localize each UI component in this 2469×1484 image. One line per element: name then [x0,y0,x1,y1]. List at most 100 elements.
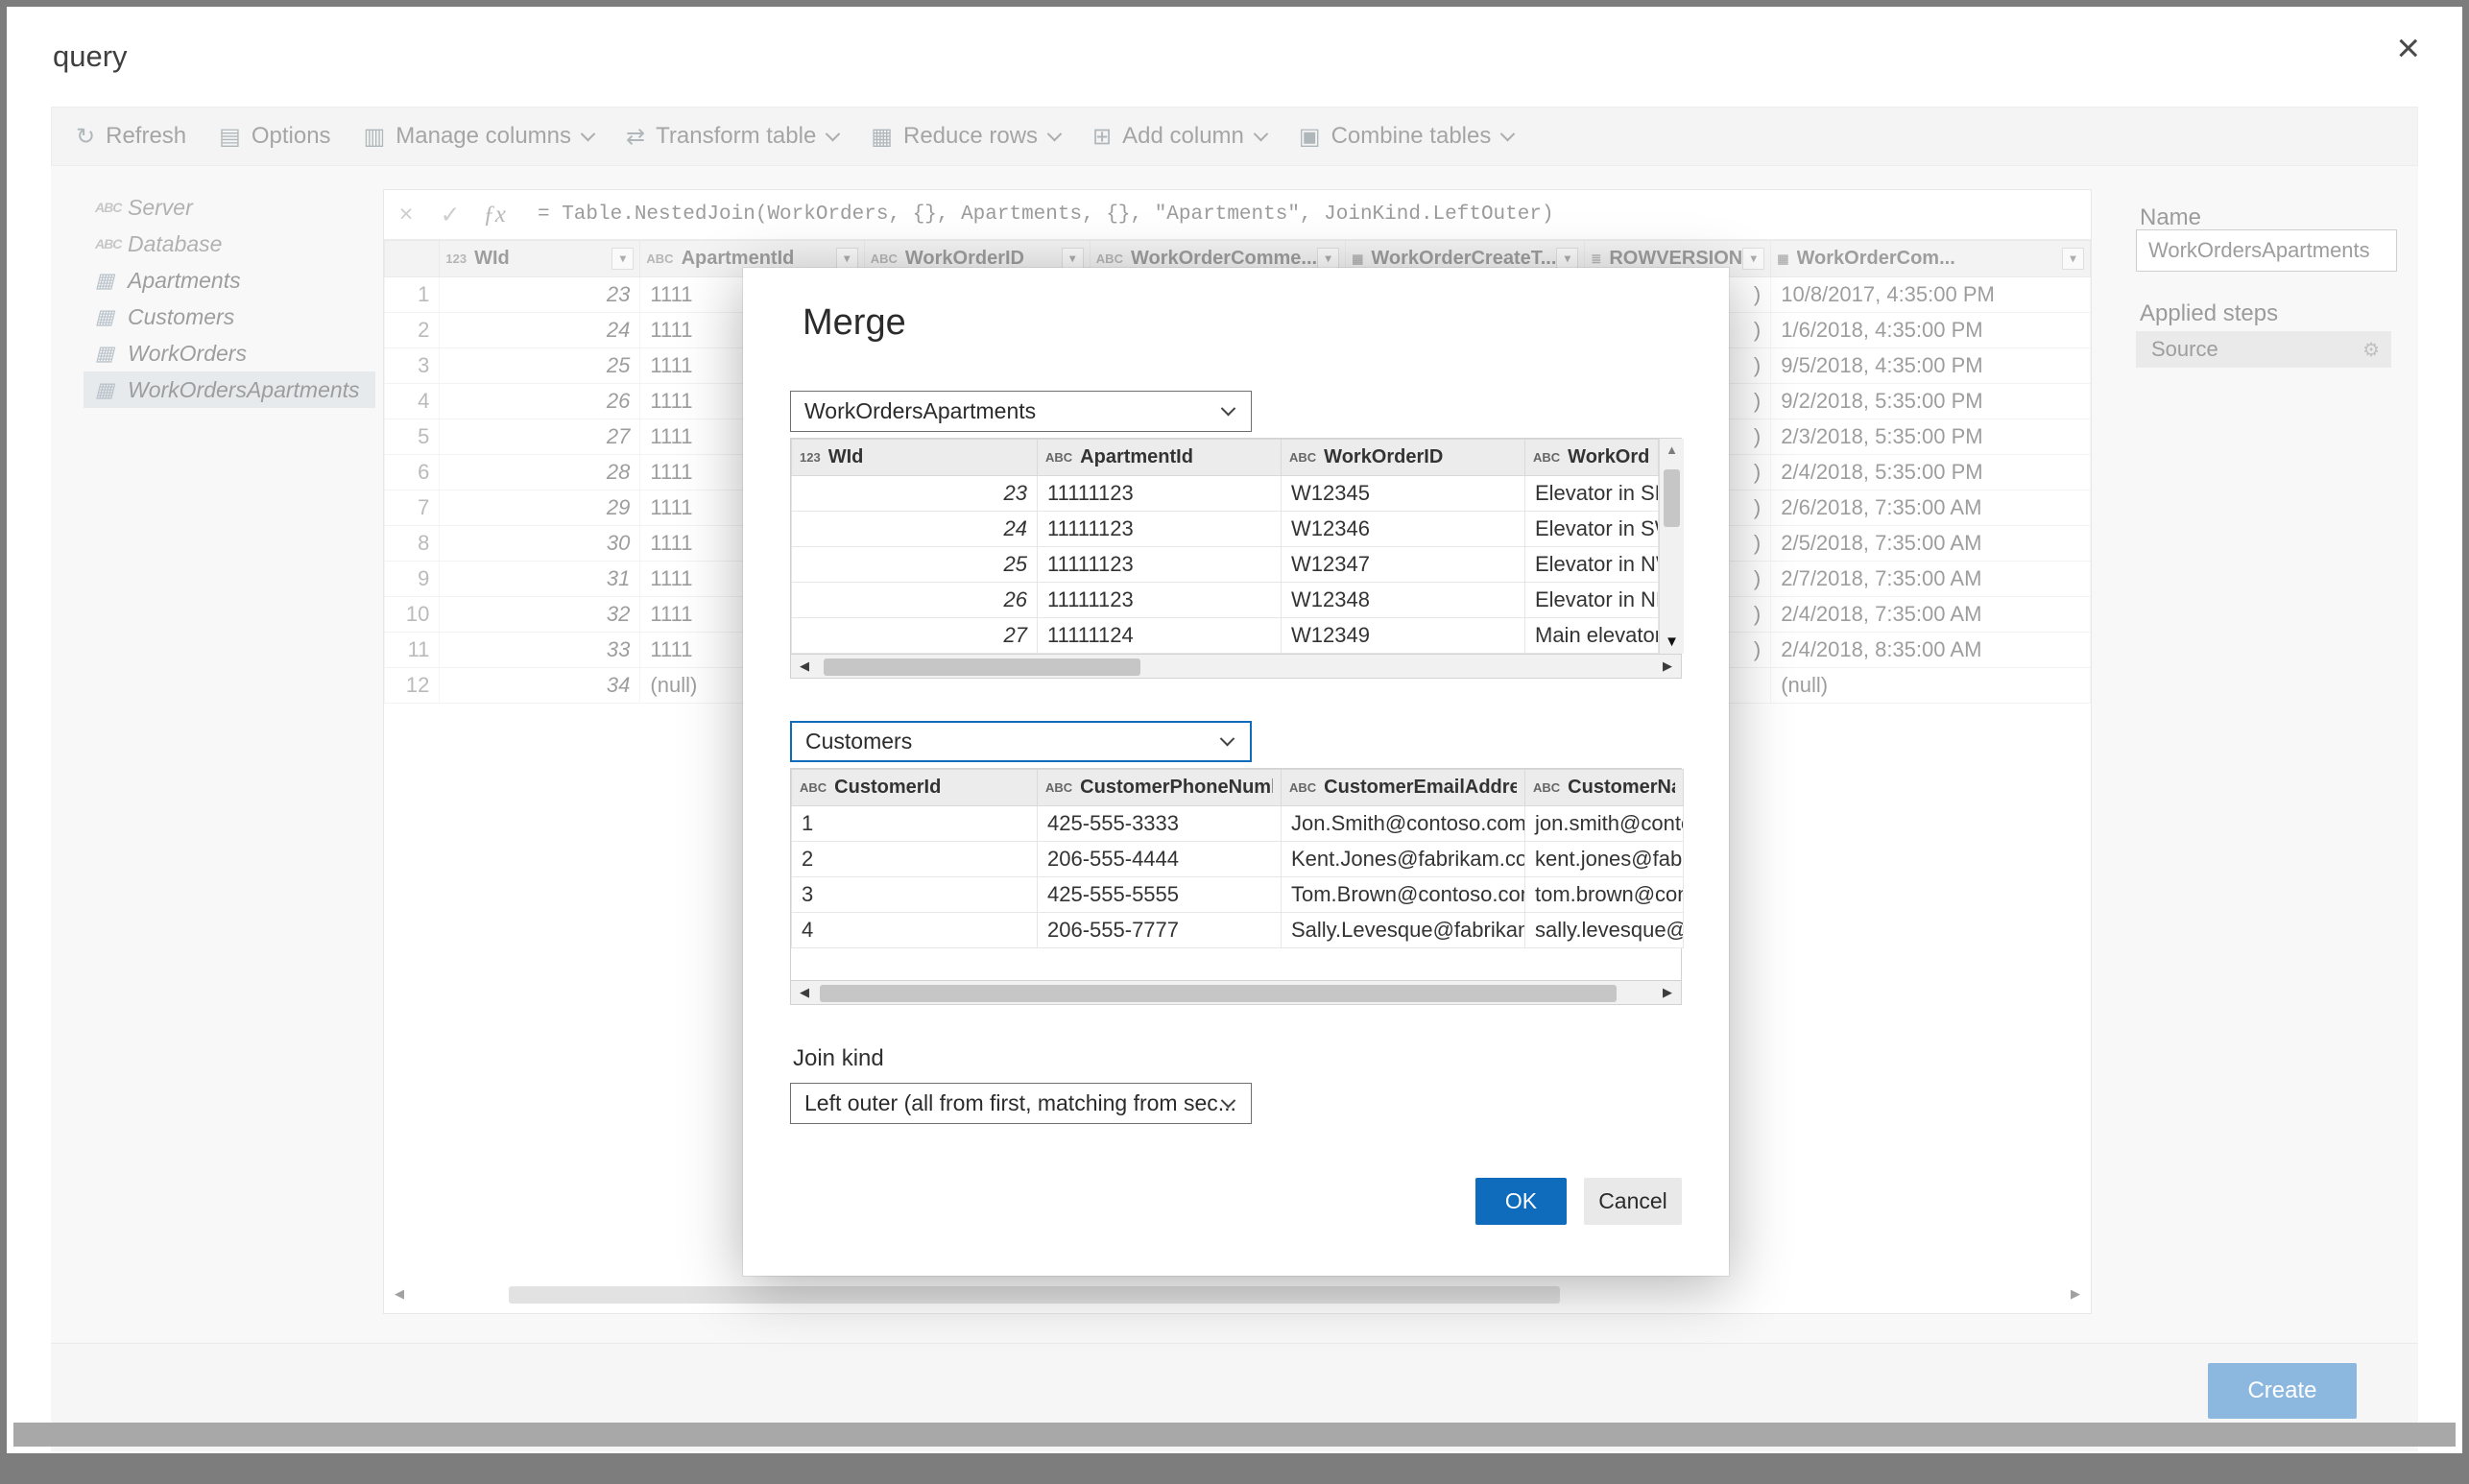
customerphonenumber-cell[interactable]: 206-555-7777 [1038,913,1282,948]
close-icon[interactable]: × [2396,28,2420,68]
scroll-right-icon[interactable] [1654,985,1681,1000]
cancel-button[interactable]: Cancel [1584,1178,1682,1225]
app-window: query × ↻ Refresh ▤ Options ▥ Manage col… [7,7,2462,1453]
first-table-preview: 123 WId ABC ApartmentId [790,438,1682,679]
apartmentid-cell[interactable]: 11111124 [1038,618,1282,654]
dialog-title: Merge [803,302,906,344]
title-bar: query × [7,7,2462,107]
customerid-cell[interactable]: 4 [792,913,1038,948]
workordercomments-cell[interactable]: Elevator in SE [1525,476,1659,512]
workordercomments-cell[interactable]: Elevator in NW [1525,547,1659,583]
column-type-icon: ABC [1289,450,1316,465]
empty-area [791,948,1681,980]
customeremailaddress-cell[interactable]: Kent.Jones@fabrikam.com [1282,842,1525,877]
scrollbar-thumb[interactable] [1664,469,1680,527]
column-header[interactable]: 123 WId [792,440,1038,476]
scrollbar-thumb[interactable] [824,658,1140,676]
scrollbar-track[interactable] [818,981,1654,1004]
column-header[interactable]: ABC WorkOrderID [1282,440,1525,476]
table-row[interactable]: 23 11111123 W12345 Elevator in SE [792,476,1659,512]
wid-cell[interactable]: 26 [792,583,1038,618]
preview-header-row: 123 WId ABC ApartmentId [792,440,1659,476]
scroll-left-icon[interactable] [791,985,818,1000]
preview-body: 23 11111123 W12345 Elevator in SE 24 111… [792,476,1659,654]
chevron-down-icon [1220,731,1235,747]
apartmentid-cell[interactable]: 11111123 [1038,583,1282,618]
wid-cell[interactable]: 23 [792,476,1038,512]
scroll-up-icon[interactable] [1666,443,1678,457]
apartmentid-cell[interactable]: 11111123 [1038,547,1282,583]
merge-dialog: Merge WorkOrdersApartments [743,268,1729,1276]
column-type-icon: ABC [1533,780,1560,795]
scrollbar-track[interactable] [818,655,1654,678]
table-row[interactable]: 1 425-555-3333 Jon.Smith@contoso.com jon… [792,806,1684,842]
workorderid-cell[interactable]: W12349 [1282,618,1525,654]
preview-header-row: ABC CustomerId ABC CustomerPhoneNumber [792,770,1684,806]
customeremailaddress-cell[interactable]: Sally.Levesque@fabrikam.com [1282,913,1525,948]
scroll-right-icon[interactable] [1654,658,1681,674]
horizontal-scrollbar[interactable] [790,654,1682,679]
column-header-label: WorkOrderID [1324,446,1443,468]
customername-cell[interactable]: sally.levesque@fabrikam.com [1525,913,1684,948]
first-table-dropdown-value: WorkOrdersApartments [804,398,1036,424]
horizontal-scrollbar[interactable] [790,980,1682,1005]
vertical-scrollbar[interactable] [1659,439,1684,654]
workorderid-cell[interactable]: W12346 [1282,512,1525,547]
preview-body: 1 425-555-3333 Jon.Smith@contoso.com jon… [792,806,1684,948]
table-row[interactable]: 27 11111124 W12349 Main elevator [792,618,1659,654]
customerphonenumber-cell[interactable]: 425-555-5555 [1038,877,1282,913]
workorderid-cell[interactable]: W12348 [1282,583,1525,618]
customeremailaddress-cell[interactable]: Tom.Brown@contoso.com [1282,877,1525,913]
scrollbar-thumb[interactable] [820,985,1617,1002]
chevron-down-icon [1221,401,1236,417]
customerid-cell[interactable]: 2 [792,842,1038,877]
column-header-label: WorkOrderCo... [1568,446,1650,468]
wid-cell[interactable]: 25 [792,547,1038,583]
column-header[interactable]: ABC CustomerId [792,770,1038,806]
workorderid-cell[interactable]: W12345 [1282,476,1525,512]
column-type-icon: ABC [800,780,827,795]
customername-cell[interactable]: kent.jones@fabrikam.com [1525,842,1684,877]
column-header[interactable]: ABC CustomerEmailAddress [1282,770,1525,806]
column-header-label: WId [828,446,864,468]
first-table-dropdown[interactable]: WorkOrdersApartments [790,391,1252,432]
column-type-icon: ABC [1533,450,1560,465]
workordercomments-cell[interactable]: Elevator in SW [1525,512,1659,547]
first-preview-table: 123 WId ABC ApartmentId [791,439,1659,654]
second-table-dropdown[interactable]: Customers [790,721,1252,762]
column-header[interactable]: ABC CustomerNam... [1525,770,1684,806]
column-header[interactable]: ABC WorkOrderCo... [1525,440,1659,476]
table-row[interactable]: 4 206-555-7777 Sally.Levesque@fabrikam.c… [792,913,1684,948]
table-row[interactable]: 2 206-555-4444 Kent.Jones@fabrikam.com k… [792,842,1684,877]
second-table-dropdown-value: Customers [805,729,912,754]
join-kind-dropdown[interactable]: Left outer (all from first, matching fro… [790,1083,1252,1124]
workorderid-cell[interactable]: W12347 [1282,547,1525,583]
apartmentid-cell[interactable]: 11111123 [1038,512,1282,547]
table-row[interactable]: 26 11111123 W12348 Elevator in NE [792,583,1659,618]
apartmentid-cell[interactable]: 11111123 [1038,476,1282,512]
customername-cell[interactable]: tom.brown@contoso.com [1525,877,1684,913]
workordercomments-cell[interactable]: Elevator in NE [1525,583,1659,618]
table-row[interactable]: 3 425-555-5555 Tom.Brown@contoso.com tom… [792,877,1684,913]
ok-button[interactable]: OK [1475,1178,1567,1225]
customerid-cell[interactable]: 3 [792,877,1038,913]
customeremailaddress-cell[interactable]: Jon.Smith@contoso.com [1282,806,1525,842]
workordercomments-cell[interactable]: Main elevator [1525,618,1659,654]
wid-cell[interactable]: 24 [792,512,1038,547]
column-type-icon: ABC [1289,780,1316,795]
scroll-left-icon[interactable] [791,658,818,674]
customerphonenumber-cell[interactable]: 206-555-4444 [1038,842,1282,877]
window-title: query [53,39,128,74]
table-row[interactable]: 24 11111123 W12346 Elevator in SW [792,512,1659,547]
customerphonenumber-cell[interactable]: 425-555-3333 [1038,806,1282,842]
column-header-label: CustomerEmailAddress [1324,777,1517,799]
column-header[interactable]: ABC ApartmentId [1038,440,1282,476]
customername-cell[interactable]: jon.smith@contoso.com [1525,806,1684,842]
customerid-cell[interactable]: 1 [792,806,1038,842]
table-row[interactable]: 25 11111123 W12347 Elevator in NW [792,547,1659,583]
column-header[interactable]: ABC CustomerPhoneNumber [1038,770,1282,806]
scroll-down-icon[interactable] [1665,634,1679,650]
second-table-preview: ABC CustomerId ABC CustomerPhoneNumber [790,768,1682,1005]
wid-cell[interactable]: 27 [792,618,1038,654]
column-header-label: CustomerPhoneNumber [1080,777,1273,799]
